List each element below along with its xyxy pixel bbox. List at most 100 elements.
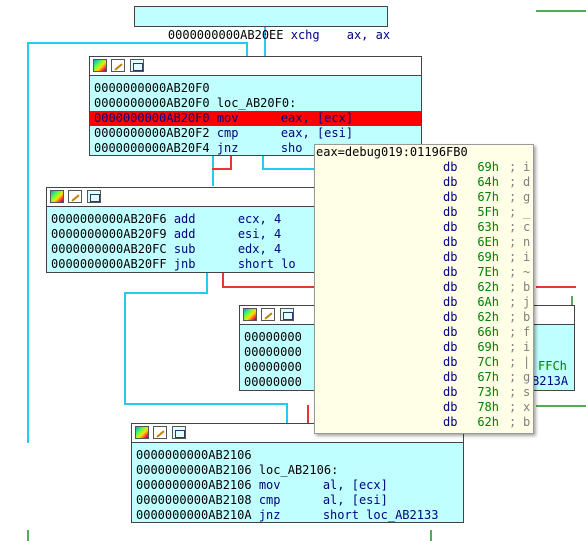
ascii-char: f	[523, 325, 531, 339]
byte-value: 73h	[477, 385, 499, 399]
edge-loop-bottom-h	[27, 441, 29, 443]
comment-separator: ;	[509, 385, 517, 399]
db-directive: db	[443, 385, 458, 399]
ascii-char: ~	[523, 265, 531, 279]
asm-line[interactable]: 0000000000AB2106	[132, 448, 463, 463]
mnemonic: jnz	[216, 141, 239, 155]
address: 0000000000AB20F0	[94, 81, 210, 95]
ascii-char: _	[523, 205, 531, 219]
db-directive: db	[443, 325, 458, 339]
db-directive: db	[443, 190, 458, 204]
byte-value: 69h	[477, 160, 499, 174]
operand-fragment: FFCh	[538, 359, 567, 373]
db-directive: db	[443, 205, 458, 219]
asm-line[interactable]: 0000000000AB20FC sub edx, 4	[47, 242, 315, 257]
address: 0000000000AB20FF	[51, 257, 167, 271]
graph-block-top[interactable]: 0000000000AB20EE xchg ax, ax	[134, 6, 390, 42]
address: 0000000000AB2106	[136, 463, 252, 477]
graph-block-loc-ab2106[interactable]: 0000000000AB2106 0000000000AB2106 loc_AB…	[131, 423, 464, 523]
db-directive: db	[443, 400, 458, 414]
byte-value: 69h	[477, 340, 499, 354]
edge-block2-false	[222, 273, 224, 287]
group-nodes-icon[interactable]	[130, 59, 144, 72]
asm-line-selected[interactable]: 0000000000AB20F0 mov eax, [ecx]	[90, 111, 421, 126]
address: 0000000000AB20F6	[51, 212, 167, 226]
hint-data-row: db 69h; i	[315, 340, 533, 355]
group-nodes-icon[interactable]	[87, 190, 101, 203]
edge-block1-right-h	[262, 168, 314, 170]
hint-data-row: db 7Eh; ~	[315, 265, 533, 280]
rename-pencil-icon[interactable]	[111, 59, 125, 72]
asm-line[interactable]: 0000000000AB20F2 cmp eax, [esi]	[90, 126, 421, 141]
ascii-char: g	[523, 370, 531, 384]
comment-separator: ;	[509, 235, 517, 249]
address: 0000000000AB20F9	[51, 227, 167, 241]
mnemonic: jnz	[258, 508, 281, 522]
code-label: loc_AB2106:	[258, 463, 339, 477]
mnemonic: mov	[258, 478, 281, 492]
color-palette-icon[interactable]	[50, 190, 64, 203]
comment-separator: ;	[509, 355, 517, 369]
ascii-char: s	[523, 385, 531, 399]
asm-line[interactable]: 0000000000AB20F0 loc_AB20F0:	[90, 96, 421, 111]
ascii-char: b	[523, 310, 531, 324]
ascii-char: d	[523, 175, 531, 189]
hint-data-row: db 62h; b	[315, 310, 533, 325]
operands: eax, [esi]	[280, 126, 354, 140]
edge-to-block4	[286, 403, 288, 423]
mnemonic: mov	[216, 111, 239, 125]
operands: al, [esi]	[322, 493, 388, 507]
asm-line[interactable]: 0000000000AB2108 cmp al, [esi]	[132, 493, 463, 508]
edge-block2-true	[206, 273, 208, 293]
asm-line[interactable]: 0000000000AB2106 mov al, [ecx]	[132, 478, 463, 493]
asm-line[interactable]: 0000000000AB20EE xchg ax, ax	[135, 7, 390, 42]
db-directive: db	[443, 415, 458, 429]
hint-data-row: db 62h; b	[315, 280, 533, 295]
ascii-char: b	[523, 280, 531, 294]
ascii-char: j	[523, 295, 531, 309]
color-palette-icon[interactable]	[93, 59, 107, 72]
comment-separator: ;	[509, 295, 517, 309]
db-directive: db	[443, 220, 458, 234]
graph-block-loc-ab20f0[interactable]: 0000000000AB20F0 0000000000AB20F0 loc_AB…	[89, 56, 422, 156]
hint-data-row: db 63h; c	[315, 220, 533, 235]
asm-line[interactable]: 0000000000AB210A jnz short loc_AB2133	[132, 508, 463, 523]
asm-line[interactable]: 0000000000AB20F6 add ecx, 4	[47, 212, 315, 227]
address: 0000000000AB20F0	[94, 111, 210, 125]
color-palette-icon[interactable]	[135, 426, 149, 439]
mnemonic: sub	[173, 242, 196, 256]
graph-block-ab20f6[interactable]: 0000000000AB20F6 add ecx, 4 0000000000AB2…	[46, 187, 316, 273]
byte-value: 5Fh	[477, 205, 499, 219]
asm-line[interactable]: 0000000000AB20FF jnb short lo	[47, 257, 315, 272]
rename-pencil-icon[interactable]	[261, 308, 275, 321]
asm-line[interactable]: 0000000000AB20F0	[90, 81, 421, 96]
edge-bottom-green-2	[430, 530, 432, 541]
operands: esi, 4	[237, 227, 282, 241]
byte-value: 7Eh	[477, 265, 499, 279]
operands: short loc_AB2133	[322, 508, 439, 522]
color-palette-icon[interactable]	[243, 308, 257, 321]
hint-data-row: db 66h; f	[315, 325, 533, 340]
byte-value: 67h	[477, 190, 499, 204]
asm-line[interactable]: 0000000000AB20F9 add esi, 4	[47, 227, 315, 242]
rename-pencil-icon[interactable]	[68, 190, 82, 203]
mnemonic: jnb	[173, 257, 196, 271]
byte-value: 6Eh	[477, 235, 499, 249]
hint-data-row: db 5Fh; _	[315, 205, 533, 220]
comment-separator: ;	[509, 160, 517, 174]
address: 00000000	[244, 345, 302, 359]
ascii-char: c	[523, 220, 531, 234]
asm-line[interactable]: 0000000000AB2106 loc_AB2106:	[132, 463, 463, 478]
group-nodes-icon[interactable]	[172, 426, 186, 439]
address: 0000000000AB2106	[136, 478, 252, 492]
byte-value: 7Ch	[477, 355, 499, 369]
rename-pencil-icon[interactable]	[153, 426, 167, 439]
hint-data-row: db 62h; b	[315, 415, 533, 430]
operand-fragment: B213A	[532, 374, 569, 388]
comment-separator: ;	[509, 415, 517, 429]
operands: short lo	[237, 257, 296, 271]
group-nodes-icon[interactable]	[280, 308, 294, 321]
ascii-char: g	[523, 190, 531, 204]
hint-data-row: db 67h; g	[315, 190, 533, 205]
operands: edx, 4	[237, 242, 282, 256]
